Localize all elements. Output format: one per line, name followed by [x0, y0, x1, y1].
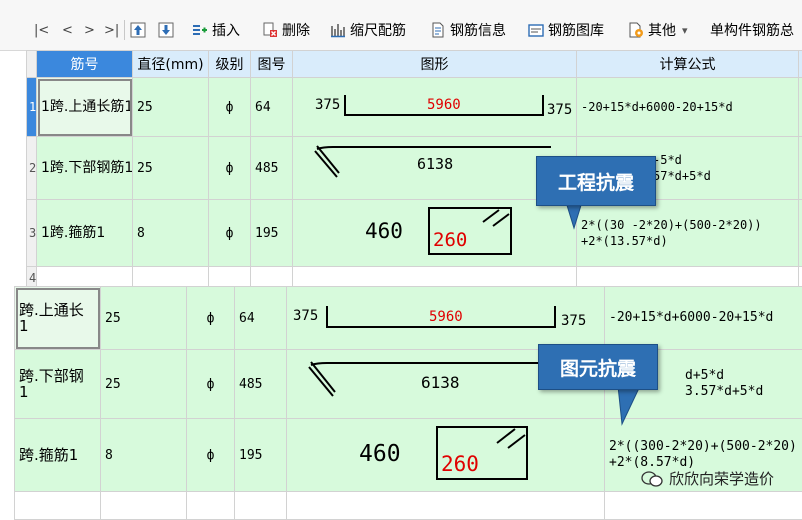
watermark-text: 欣欣向荣学造价	[669, 468, 774, 489]
watermark: 欣欣向荣学造价	[641, 468, 774, 489]
callout-engineering-seismic: 工程抗震	[536, 156, 656, 206]
callout-pointers	[0, 0, 802, 511]
wechat-icon	[641, 470, 663, 488]
callout-element-seismic: 图元抗震	[538, 344, 658, 390]
